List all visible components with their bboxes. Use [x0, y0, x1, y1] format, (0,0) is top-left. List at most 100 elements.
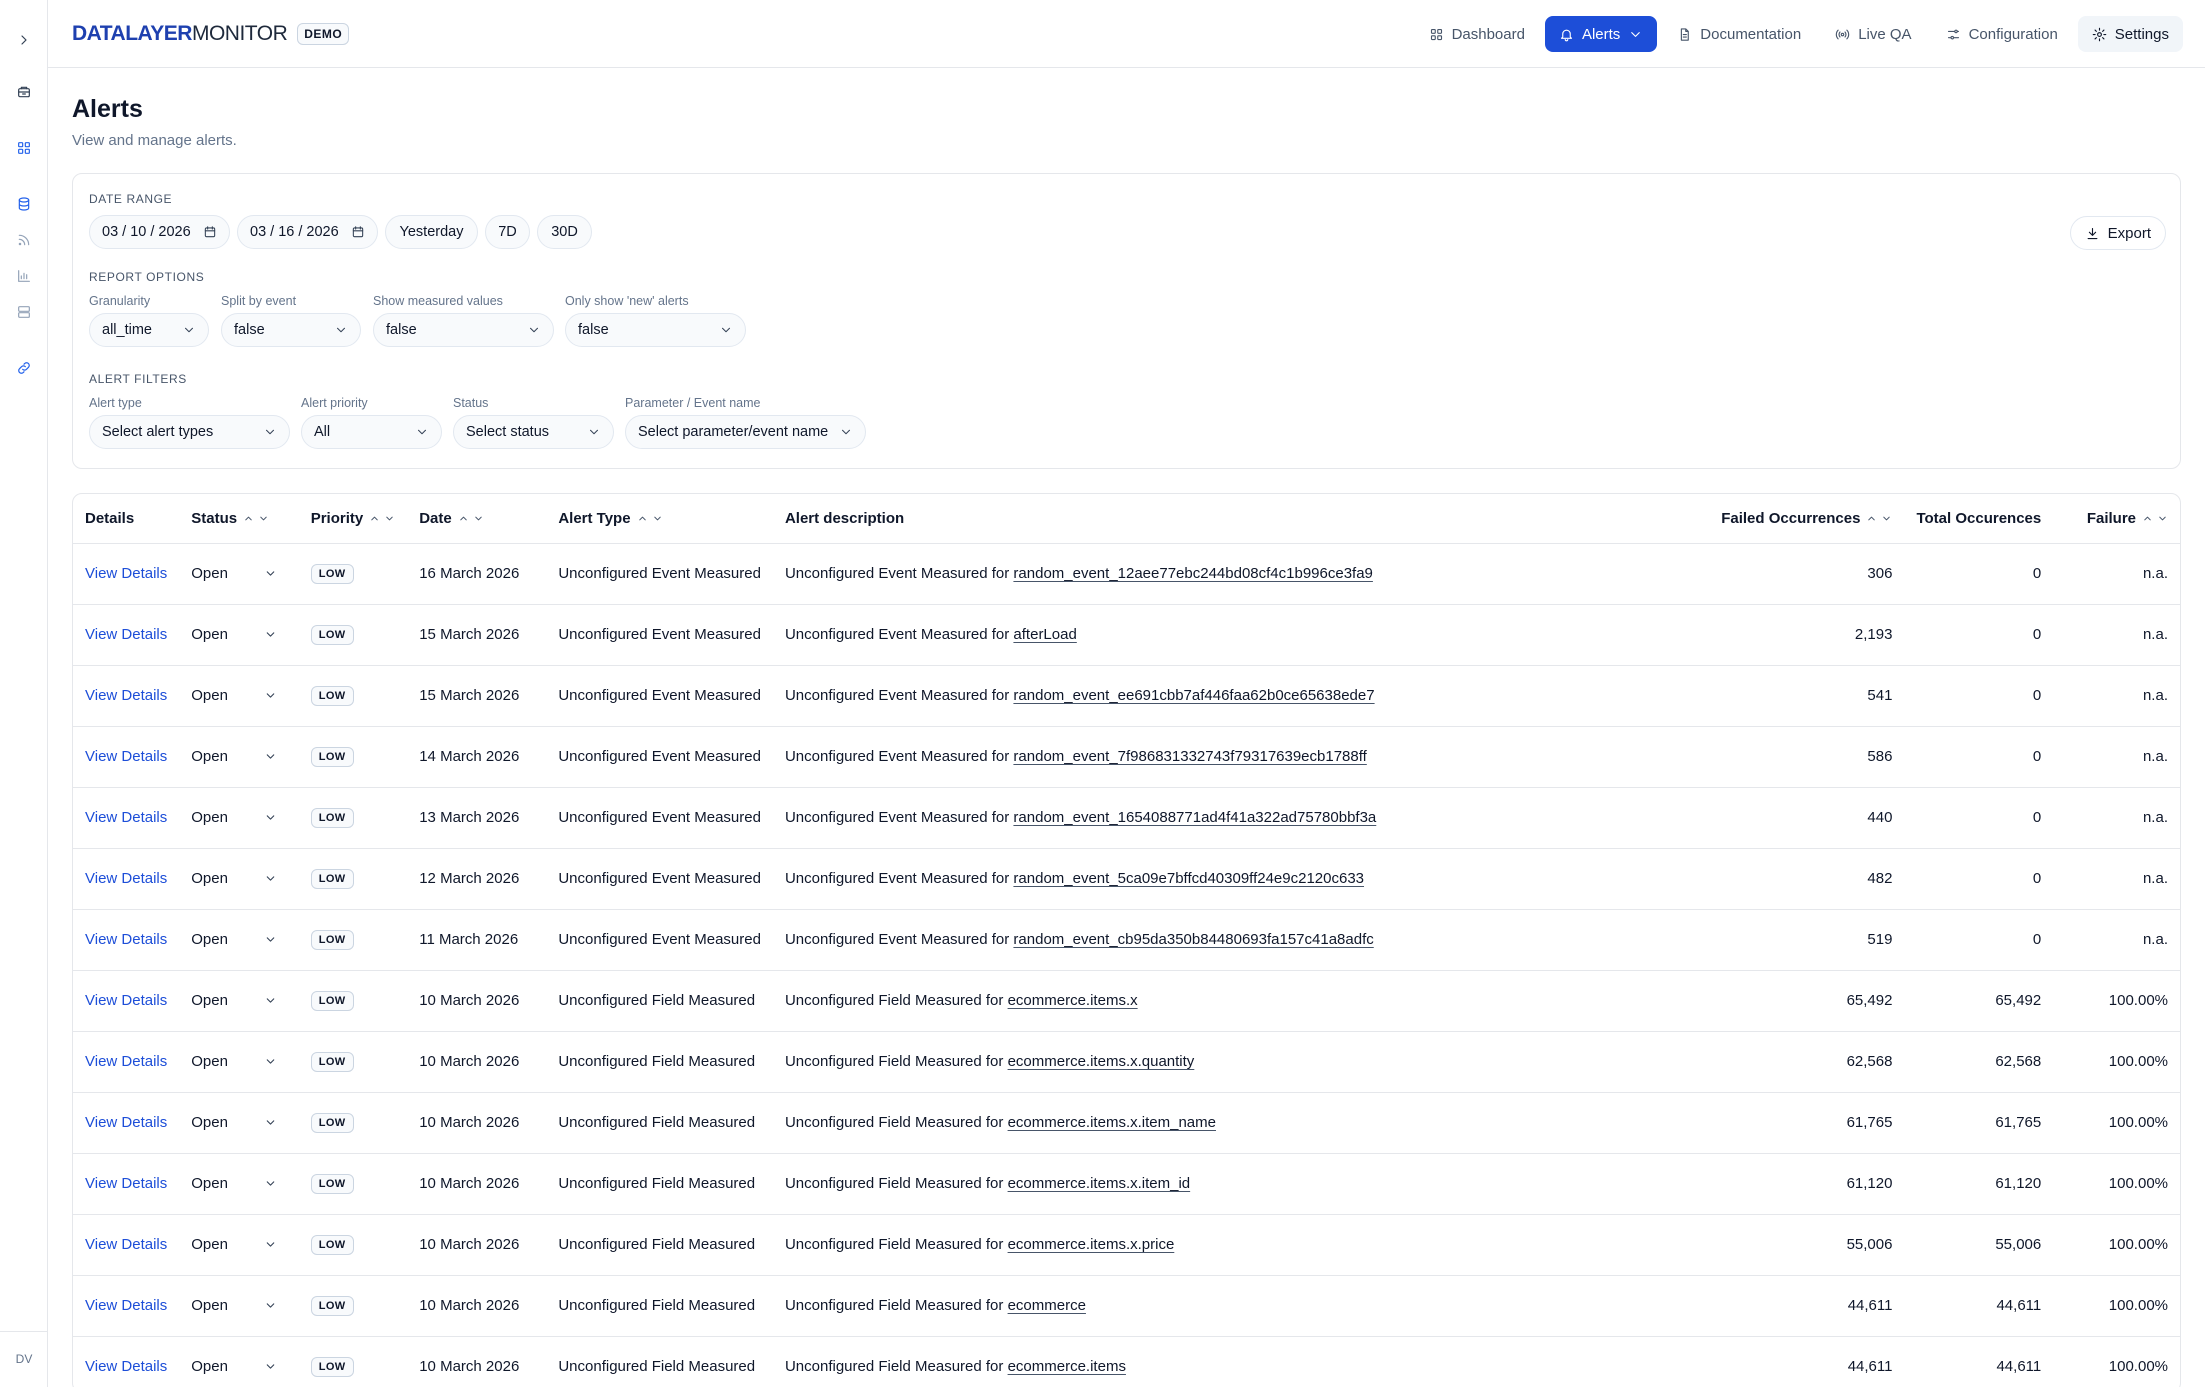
show-measured-select[interactable]: false	[373, 313, 554, 347]
sort-controls[interactable]	[2142, 513, 2168, 524]
event-name-link[interactable]: random_event_cb95da350b84480693fa157c41a…	[1013, 931, 1373, 948]
view-details-link[interactable]: View Details	[85, 626, 167, 643]
chevron-down-icon[interactable]	[264, 567, 277, 580]
view-details-link[interactable]: View Details	[85, 1114, 167, 1131]
status-dropdown[interactable]: Open	[191, 1358, 277, 1375]
chevron-down-icon[interactable]	[264, 811, 277, 824]
event-name-link[interactable]: random_event_7f986831332743f79317639ecb1…	[1013, 748, 1366, 765]
view-details-link[interactable]: View Details	[85, 809, 167, 826]
status-dropdown[interactable]: Open	[191, 626, 277, 643]
event-name-link[interactable]: ecommerce.items.x.quantity	[1008, 1053, 1195, 1070]
param-event-select[interactable]: Select parameter/event name	[625, 415, 866, 449]
chevron-down-icon[interactable]	[264, 1360, 277, 1373]
grid-dashboard-icon[interactable]	[12, 136, 36, 160]
link-icon[interactable]	[12, 356, 36, 380]
status-dropdown[interactable]: Open	[191, 687, 277, 704]
event-name-link[interactable]: random_event_12aee77ebc244bd08cf4c1b996c…	[1013, 565, 1372, 582]
sort-up-icon[interactable]	[458, 513, 469, 524]
status-cell[interactable]: Open	[179, 1214, 299, 1276]
status-dropdown[interactable]: Open	[191, 931, 277, 948]
alert-type-select[interactable]: Select alert types	[89, 415, 290, 449]
nav-settings[interactable]: Settings	[2077, 16, 2183, 52]
status-cell[interactable]: Open	[179, 1031, 299, 1093]
event-name-link[interactable]: afterLoad	[1013, 626, 1076, 643]
sort-down-icon[interactable]	[473, 513, 484, 524]
chevron-down-icon[interactable]	[264, 689, 277, 702]
view-details-link[interactable]: View Details	[85, 1358, 167, 1375]
chevron-down-icon[interactable]	[264, 1055, 277, 1068]
col-priority[interactable]: Priority	[298, 494, 408, 544]
sort-down-icon[interactable]	[652, 513, 663, 524]
col-failure[interactable]: Failure	[2053, 494, 2180, 544]
nav-alerts[interactable]: Alerts	[1544, 16, 1658, 52]
view-details-link[interactable]: View Details	[85, 687, 167, 704]
status-dropdown[interactable]: Open	[191, 565, 277, 582]
building-icon[interactable]	[12, 80, 36, 104]
sort-up-icon[interactable]	[369, 513, 380, 524]
sort-up-icon[interactable]	[2142, 513, 2153, 524]
status-cell[interactable]: Open	[179, 1092, 299, 1154]
sort-down-icon[interactable]	[258, 513, 269, 524]
expand-chevron-icon[interactable]	[12, 28, 36, 52]
status-dropdown[interactable]: Open	[191, 992, 277, 1009]
database-icon[interactable]	[12, 192, 36, 216]
view-details-link[interactable]: View Details	[85, 565, 167, 582]
sort-controls[interactable]	[458, 513, 484, 524]
user-avatar[interactable]: DV	[10, 1346, 38, 1372]
brand-logo[interactable]: DATALAYER MONITOR DEMO	[72, 22, 350, 46]
status-cell[interactable]: Open	[179, 970, 299, 1032]
chevron-down-icon[interactable]	[264, 628, 277, 641]
end-date-input[interactable]: 03 / 16 / 2026	[237, 215, 378, 249]
col-status[interactable]: Status	[179, 494, 299, 544]
event-name-link[interactable]: random_event_1654088771ad4f41a322ad75780…	[1013, 809, 1376, 826]
status-dropdown[interactable]: Open	[191, 809, 277, 826]
status-dropdown[interactable]: Open	[191, 1175, 277, 1192]
sort-down-icon[interactable]	[2157, 513, 2168, 524]
event-name-link[interactable]: random_event_5ca09e7bffcd40309ff24e9c212…	[1013, 870, 1364, 887]
alert-priority-select[interactable]: All	[301, 415, 442, 449]
sort-controls[interactable]	[243, 513, 269, 524]
chevron-down-icon[interactable]	[264, 1116, 277, 1129]
view-details-link[interactable]: View Details	[85, 1175, 167, 1192]
status-filter-select[interactable]: Select status	[453, 415, 614, 449]
nav-documentation[interactable]: Documentation	[1663, 16, 1815, 52]
event-name-link[interactable]: random_event_ee691cbb7af446faa62b0ce6563…	[1013, 687, 1374, 704]
status-dropdown[interactable]: Open	[191, 1236, 277, 1253]
sort-controls[interactable]	[369, 513, 395, 524]
col-failed-occurrences[interactable]: Failed Occurrences	[1709, 494, 1905, 544]
event-name-link[interactable]: ecommerce.items.x.price	[1008, 1236, 1175, 1253]
export-button[interactable]: Export	[2069, 216, 2166, 250]
sort-controls[interactable]	[1866, 513, 1892, 524]
chevron-down-icon[interactable]	[264, 1299, 277, 1312]
event-name-link[interactable]: ecommerce	[1008, 1297, 1086, 1314]
status-cell[interactable]: Open	[179, 787, 299, 849]
status-cell[interactable]: Open	[179, 665, 299, 727]
chevron-down-icon[interactable]	[264, 872, 277, 885]
status-dropdown[interactable]: Open	[191, 748, 277, 765]
view-details-link[interactable]: View Details	[85, 1236, 167, 1253]
sort-controls[interactable]	[637, 513, 663, 524]
view-details-link[interactable]: View Details	[85, 1053, 167, 1070]
chevron-down-icon[interactable]	[264, 1238, 277, 1251]
view-details-link[interactable]: View Details	[85, 992, 167, 1009]
status-cell[interactable]: Open	[179, 543, 299, 605]
sort-down-icon[interactable]	[1881, 513, 1892, 524]
start-date-input[interactable]: 03 / 10 / 2026	[89, 215, 230, 249]
status-cell[interactable]: Open	[179, 909, 299, 971]
chevron-down-icon[interactable]	[264, 750, 277, 763]
status-dropdown[interactable]: Open	[191, 1114, 277, 1131]
granularity-select[interactable]: all_time	[89, 313, 209, 347]
event-name-link[interactable]: ecommerce.items.x.item_id	[1008, 1175, 1191, 1192]
event-name-link[interactable]: ecommerce.items.x.item_name	[1008, 1114, 1216, 1131]
yesterday-button[interactable]: Yesterday	[385, 215, 478, 249]
rss-feed-icon[interactable]	[12, 228, 36, 252]
view-details-link[interactable]: View Details	[85, 931, 167, 948]
range-7d-button[interactable]: 7D	[485, 215, 530, 249]
status-cell[interactable]: Open	[179, 1336, 299, 1387]
sort-up-icon[interactable]	[637, 513, 648, 524]
sort-up-icon[interactable]	[1866, 513, 1877, 524]
status-cell[interactable]: Open	[179, 1275, 299, 1337]
view-details-link[interactable]: View Details	[85, 1297, 167, 1314]
nav-configuration[interactable]: Configuration	[1932, 16, 2072, 52]
server-icon[interactable]	[12, 300, 36, 324]
